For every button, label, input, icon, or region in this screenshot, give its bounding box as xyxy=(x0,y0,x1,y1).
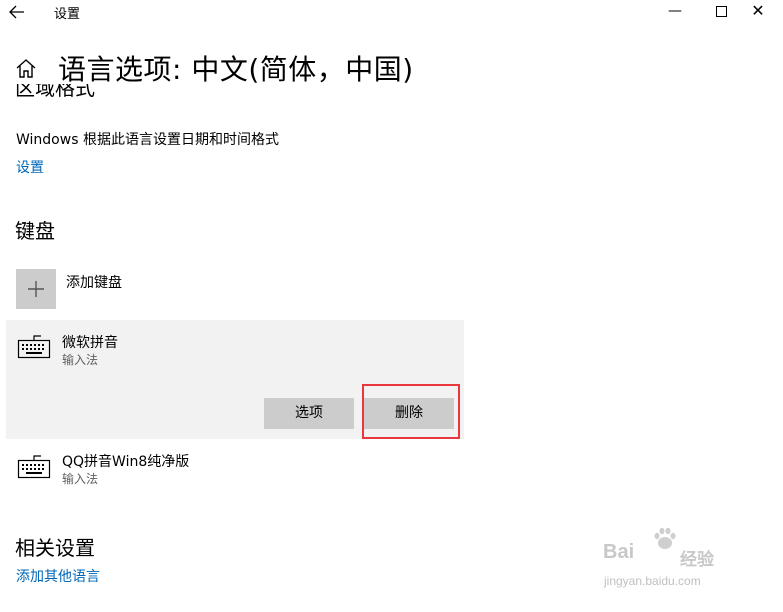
keyboard-name: 微软拼音 xyxy=(62,335,118,351)
paw-icon xyxy=(652,526,678,552)
keyboard-icon xyxy=(17,455,51,479)
close-icon: ✕ xyxy=(751,1,765,20)
region-format-description: Windows 根据此语言设置日期和时间格式 xyxy=(16,132,279,148)
add-keyboard-button[interactable] xyxy=(16,269,56,309)
watermark-brand-suffix: 经验 xyxy=(680,550,714,570)
watermark-url: jingyan.baidu.com xyxy=(604,574,701,588)
close-button[interactable]: ✕ xyxy=(735,0,781,24)
keyboard-type: 输入法 xyxy=(62,472,99,486)
maximize-icon xyxy=(715,6,727,17)
options-button[interactable]: 选项 xyxy=(264,398,354,429)
region-settings-link[interactable]: 设置 xyxy=(16,157,44,177)
keyboard-type: 输入法 xyxy=(62,353,99,367)
arrow-left-icon xyxy=(9,5,24,19)
add-language-link[interactable]: 添加其他语言 xyxy=(16,566,100,586)
region-format-heading-text: 区域格式 xyxy=(15,84,95,100)
related-settings-heading: 相关设置 xyxy=(15,536,95,560)
keyboard-name[interactable]: QQ拼音Win8纯净版 xyxy=(62,451,189,471)
region-format-heading: 区域格式 xyxy=(15,84,95,106)
keyboard-icon xyxy=(17,335,51,359)
page-title: 语言选项: 中文(简体，中国) xyxy=(58,53,414,86)
watermark-brand: Bai xyxy=(603,541,635,563)
plus-icon xyxy=(16,269,56,309)
add-keyboard-label[interactable]: 添加键盘 xyxy=(66,272,122,292)
highlight-annotation xyxy=(362,384,460,439)
back-button[interactable] xyxy=(6,2,28,22)
app-title: 设置 xyxy=(54,7,81,22)
minimize-button[interactable]: — xyxy=(652,0,698,24)
minimize-icon: — xyxy=(668,3,682,19)
home-icon[interactable] xyxy=(14,57,38,81)
keyboard-heading: 键盘 xyxy=(15,219,55,243)
